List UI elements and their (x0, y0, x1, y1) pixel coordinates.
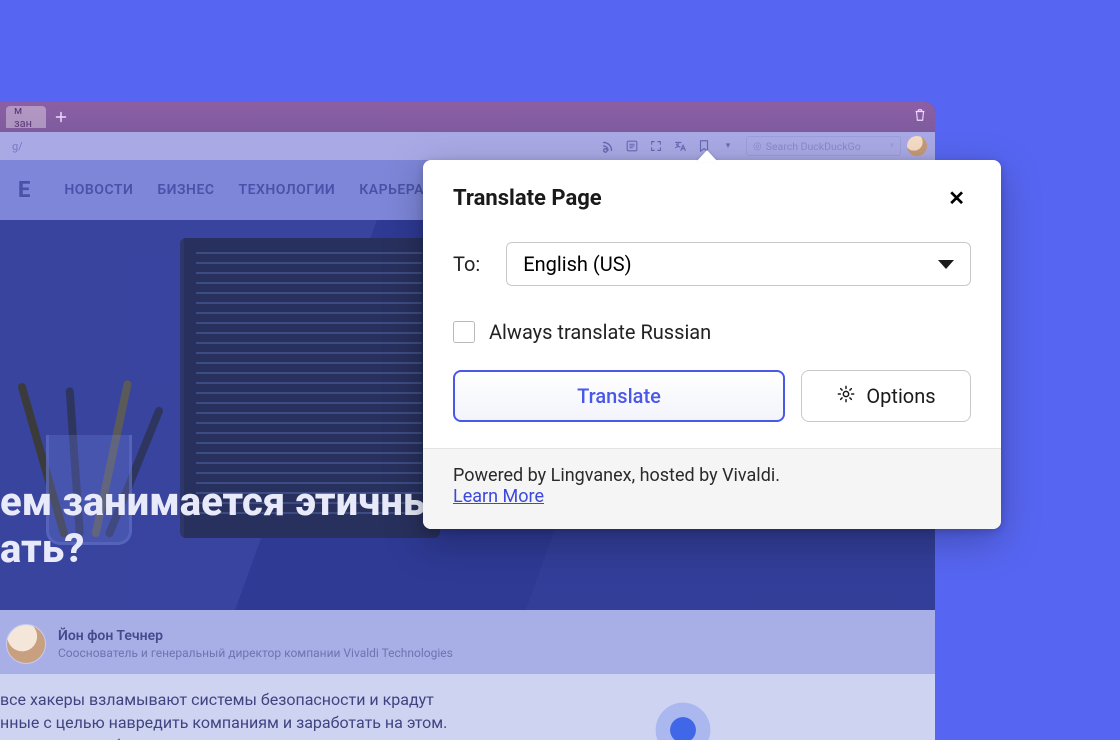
search-field[interactable]: ◎ Search DuckDuckGo ▾ (746, 136, 901, 156)
closed-tabs-trash-icon[interactable] (913, 108, 927, 126)
article-line: нные с целью навредить компаниям и зараб… (0, 711, 925, 734)
target-language-select[interactable]: English (US) (506, 242, 971, 286)
article-line: еди них есть и белые, или этичные хакеры… (0, 734, 925, 740)
search-engine-icon: ◎ (753, 141, 762, 152)
to-label: To: (453, 252, 480, 276)
always-translate-label: Always translate Russian (489, 320, 711, 344)
active-tab[interactable]: м зан (6, 106, 46, 128)
profile-avatar[interactable] (907, 136, 927, 156)
nav-item[interactable]: ТЕХНОЛОГИИ (239, 182, 336, 198)
reader-mode-icon[interactable] (624, 138, 640, 154)
gear-icon (836, 384, 856, 409)
learn-more-link[interactable]: Learn More (453, 486, 544, 507)
translate-button-label: Translate (577, 384, 661, 408)
author-row: Йон фон Течнер Сооснователь и генеральны… (0, 610, 935, 674)
nav-item[interactable]: КАРЬЕРА (359, 182, 424, 198)
popup-arrow (696, 150, 718, 162)
url-field[interactable]: g/ (8, 136, 594, 156)
author-tagline: Сооснователь и генеральный директор комп… (58, 646, 453, 660)
translate-popup: Translate Page ✕ To: English (US) Always… (423, 160, 1001, 529)
search-placeholder: Search DuckDuckGo (766, 140, 886, 153)
article-line: все хакеры взламывают системы безопаснос… (0, 688, 925, 711)
author-name: Йон фон Течнер (58, 628, 453, 644)
nav-item[interactable]: БИЗНЕС (157, 182, 214, 198)
address-bar-icons: ▾ (600, 138, 740, 154)
always-translate-checkbox[interactable] (453, 321, 475, 343)
chevron-down-icon (938, 260, 954, 269)
tab-strip: м зан (0, 102, 935, 132)
popup-footer: Powered by Lingvanex, hosted by Vivaldi.… (423, 448, 1001, 529)
translate-icon[interactable] (672, 138, 688, 154)
nav-item[interactable]: НОВОСТИ (64, 182, 133, 198)
author-avatar (6, 624, 46, 664)
hero-title: ем занимается этичный ать? (0, 478, 459, 572)
hero-title-line: ем занимается этичный (0, 478, 459, 525)
selected-language: English (US) (523, 252, 631, 276)
translate-button[interactable]: Translate (453, 370, 785, 422)
new-tab-button[interactable] (52, 108, 70, 126)
site-logo-fragment: E (18, 178, 30, 203)
popup-title: Translate Page (453, 186, 602, 211)
options-button-label: Options (866, 384, 935, 408)
article-body: все хакеры взламывают системы безопаснос… (0, 674, 935, 740)
search-engine-chevron-icon[interactable]: ▾ (889, 141, 894, 151)
footer-text: Powered by Lingvanex, hosted by Vivaldi. (453, 465, 780, 486)
rss-icon[interactable] (600, 138, 616, 154)
chevron-down-icon[interactable]: ▾ (720, 138, 736, 154)
close-icon: ✕ (948, 186, 965, 210)
close-button[interactable]: ✕ (942, 184, 971, 212)
expand-icon[interactable] (648, 138, 664, 154)
hero-title-line: ать? (0, 525, 459, 572)
tab-title: м зан (14, 104, 38, 130)
address-bar: g/ ▾ ◎ Search DuckDuckGo ▾ (0, 132, 935, 160)
url-text: g/ (12, 140, 23, 153)
options-button[interactable]: Options (801, 370, 971, 422)
